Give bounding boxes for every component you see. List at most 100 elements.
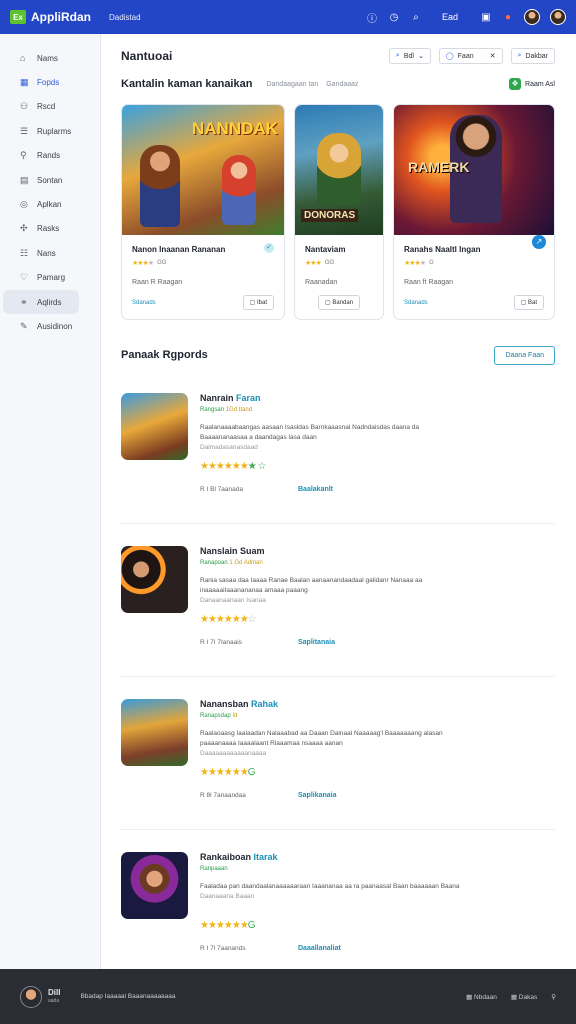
featured-card[interactable]: RAMERK Ranahs Naaltl Ingan ↗ ★★★★ G Raan … xyxy=(393,104,555,320)
sidebar-item-person[interactable]: ⚲ Rands xyxy=(3,144,79,168)
sidebar-item-layers[interactable]: ☷ Nans xyxy=(3,241,79,265)
footer-bar: Dill aada Bbadap Iaaaaal Baaanaaaaaaaa ▦ … xyxy=(0,969,576,1024)
card-title: Nantaviam xyxy=(305,245,346,254)
card-title: Nanon Inaanan Rananan xyxy=(132,245,226,254)
search-dropdown[interactable]: ⌕ Bdl ⌄ xyxy=(388,48,431,64)
search-icon: ⌕ xyxy=(395,52,400,59)
sidebar-item-circle[interactable]: ◎ Aplkan xyxy=(3,192,79,216)
featured-card[interactable]: DONORAS Nantaviam ★★★ GG Raanadan ▢ Banda… xyxy=(294,104,384,320)
star-rating: ★★★★★★★ ☆ xyxy=(200,461,267,472)
top-nav-dashboard[interactable]: Dadistad xyxy=(109,13,141,22)
avatar-2[interactable] xyxy=(550,9,566,25)
list-item[interactable]: Nanslain Suam Ranapoan 1 Gd Adman Rania … xyxy=(121,524,555,677)
art-title: DONORAS xyxy=(301,209,359,222)
user-icon: ⚇ xyxy=(20,101,29,112)
star-rating: ★★★★★★G xyxy=(200,767,256,778)
item-link[interactable]: Daaallanaliat xyxy=(298,945,341,952)
item-name: Nanslain Suam xyxy=(200,546,265,556)
sidebar-item-list[interactable]: ☰ Ruplarms xyxy=(3,119,79,143)
main-content: Nantuoai ⌕ Bdl ⌄ ◯ Faan ✕ ⌕ Dakbar Kantalin k… xyxy=(101,34,576,969)
app-logo[interactable]: Ex xyxy=(10,10,26,24)
pen-icon: ✎ xyxy=(20,320,28,331)
info-icon[interactable]: ⓘ xyxy=(366,11,378,25)
item-category: Ranapoan 1 Gd Adman xyxy=(200,560,263,566)
star-rating: ★★★★ xyxy=(404,260,426,267)
item-description: Faaladaa pan daandaalanaaaaaaraan Iaaana… xyxy=(200,883,460,900)
footer-link-2[interactable]: ▦ Dakas xyxy=(511,993,537,1001)
sidebar-item-chat[interactable]: ⚭ Aqlirds xyxy=(3,289,79,315)
chevron-down-icon: ⌄ xyxy=(417,53,424,60)
sidebar-item-doc[interactable]: ▤ Sontan xyxy=(3,168,79,192)
page-title: Nantuoai xyxy=(121,49,173,63)
sidebar-item-heart[interactable]: ♡ Pamarg xyxy=(3,266,79,290)
item-description: Rania sasaa daa Iaaaa Ranae Baalan aanaa… xyxy=(200,577,423,604)
section-title: Panaak Rgpords xyxy=(121,349,208,361)
search-button[interactable]: ⌕ Dakbar xyxy=(510,48,555,64)
item-category: Rangsan 1Gd Itand xyxy=(200,407,253,413)
grid-icon: ▦ xyxy=(20,77,29,88)
sidebar: ⌂ Nams ▦ Fopds ⚇ Rscd ☰ Ruplarms ⚲ Rands ▤ Son… xyxy=(0,34,101,969)
grid-icon: ▦ xyxy=(510,993,517,1001)
clock-icon[interactable]: ◷ xyxy=(388,11,400,23)
card-button[interactable]: ▢ Bandan xyxy=(317,295,361,310)
card-button[interactable]: ▢ Bat xyxy=(513,295,544,310)
footer-text: Bbadap Iaaaaal Baaanaaaaaaaa xyxy=(80,993,176,1000)
sidebar-item-tag[interactable]: ✣ Rasks xyxy=(3,217,79,241)
avatar-1[interactable] xyxy=(524,9,540,25)
hero-figure xyxy=(317,133,361,205)
circle-icon: ◯ xyxy=(445,53,454,60)
circle-icon: ◎ xyxy=(20,199,28,210)
check-icon: ✓ xyxy=(264,243,274,253)
card-title: Ranahs Naaltl Ingan xyxy=(404,245,481,254)
sidebar-item-home[interactable]: ⌂ Nams xyxy=(3,46,79,70)
item-link[interactable]: Saplitanaia xyxy=(298,639,335,646)
top-label[interactable]: Ead xyxy=(442,12,458,22)
card-desc: Raanadan xyxy=(305,279,338,286)
featured-card[interactable]: NANNDAK Nanon Inaanan Rananan ✓ ★★★★ GG R… xyxy=(121,104,285,320)
featured-title: Kantalin kaman kanaikan xyxy=(121,78,253,90)
search-icon[interactable]: ⌕ xyxy=(410,11,422,23)
list-item[interactable]: Nanansban Rahak Ranapsdap Id Raalaoaasg … xyxy=(121,677,555,830)
item-meta: R I Bl 7aanada xyxy=(200,486,244,493)
filter-chip[interactable]: ◯ Faan ✕ xyxy=(438,48,503,64)
list-item[interactable]: Nanrain Faran Rangsan 1Gd Itand Raalanaa… xyxy=(121,371,555,524)
hero-figure xyxy=(222,155,256,225)
game-art-image: NANNDAK xyxy=(122,105,284,235)
section-button[interactable]: Daana Faan xyxy=(494,345,555,365)
item-name: Nanansban Rahak xyxy=(200,699,279,709)
card-link[interactable]: Sdanads xyxy=(132,300,156,306)
item-meta: R I 7l 7aanands xyxy=(200,945,246,952)
sidebar-item-user[interactable]: ⚇ Rscd xyxy=(3,95,79,119)
featured-right-label[interactable]: Raam Asl xyxy=(525,81,555,88)
app-name[interactable]: AppliRdan xyxy=(31,10,91,24)
list-item[interactable]: Rankaiboan Itarak Ranpaaan Faaladaa pan … xyxy=(121,830,555,983)
game-thumbnail xyxy=(121,393,188,460)
card-link[interactable]: Sdanads xyxy=(404,300,428,306)
card-desc: Raan R Raagan xyxy=(132,279,183,286)
notification-icon[interactable]: ● xyxy=(502,11,514,23)
game-art-image: DONORAS xyxy=(295,105,383,235)
hero-figure xyxy=(140,145,180,227)
pin-icon: ↗ xyxy=(532,235,546,249)
doc-icon: ▤ xyxy=(20,174,29,185)
chat-icon[interactable]: ⚲ xyxy=(551,993,556,1001)
item-name: Rankaiboan Itarak xyxy=(200,852,278,862)
footer-link-1[interactable]: ▦ Nbdaan xyxy=(466,993,497,1001)
footer-avatar[interactable] xyxy=(20,985,42,1008)
item-meta: R I 7I 7Ianaais xyxy=(200,639,242,646)
sidebar-item-pen[interactable]: ✎ Ausidinon xyxy=(3,314,79,338)
card-button[interactable]: ▢ Ibat xyxy=(242,295,274,310)
item-link[interactable]: Baalakanlt xyxy=(298,486,333,493)
item-description: Raalanaaaabaangas aasaan Isasldas Barnka… xyxy=(200,424,420,451)
lock-icon[interactable]: ▣ xyxy=(480,11,492,23)
search-person-icon: ⌕ xyxy=(517,52,522,59)
layers-icon: ☷ xyxy=(20,247,29,258)
item-link[interactable]: Saplikanaia xyxy=(298,792,337,799)
chat-icon: ⚭ xyxy=(20,296,28,307)
footer-user[interactable]: Dill aada xyxy=(48,988,60,1005)
featured-meta-1: Dandaagaan tan xyxy=(266,80,319,88)
list-icon: ☰ xyxy=(20,125,29,136)
game-thumbnail xyxy=(121,546,188,613)
star-rating: ★★★★★★☆ xyxy=(200,614,257,625)
sidebar-item-grid[interactable]: ▦ Fopds xyxy=(3,70,79,94)
